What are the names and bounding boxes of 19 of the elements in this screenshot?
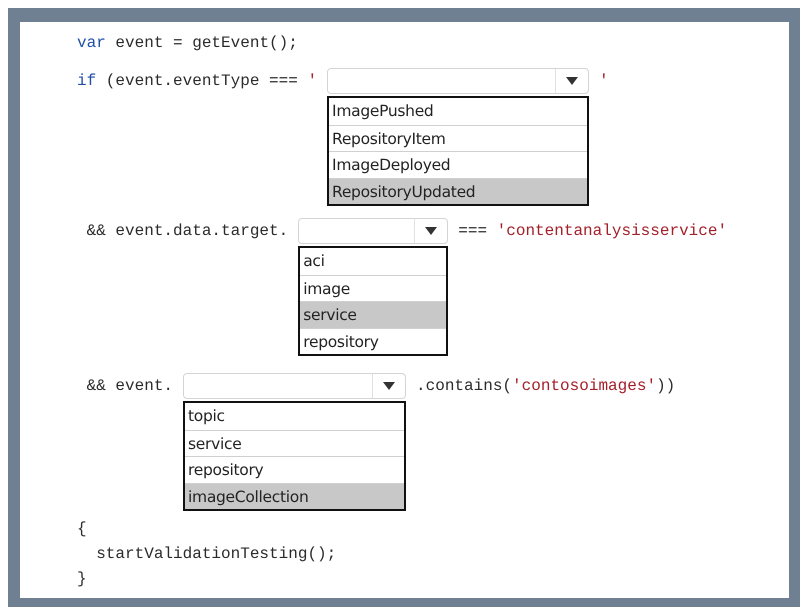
dropdown-option[interactable]: RepositoryUpdated (329, 178, 588, 204)
code-text: && event.data.target. (86, 221, 288, 242)
code-line: startValidationTesting(); (95, 544, 338, 565)
caret-icon (425, 227, 438, 235)
code-text: .contains('contosoimages')) (416, 376, 676, 397)
code-line: var event = getEvent(); (77, 33, 299, 54)
dropdown-field[interactable] (298, 218, 448, 244)
code-text: if (event.eventType === ' (77, 71, 318, 92)
code-text: ' (599, 71, 609, 92)
dropdown-field[interactable] (183, 373, 406, 399)
caret-icon (566, 77, 578, 85)
dropdown-option[interactable]: imageCollection (185, 482, 404, 509)
code-text: === 'contentanalysisservice' (458, 221, 728, 242)
code-text: && event. (86, 376, 174, 397)
dropdown-field[interactable] (327, 68, 590, 94)
caret-icon (383, 382, 396, 390)
code-line: { (77, 519, 88, 540)
code-line: } (77, 569, 88, 590)
dropdown-option[interactable]: service (300, 301, 446, 328)
